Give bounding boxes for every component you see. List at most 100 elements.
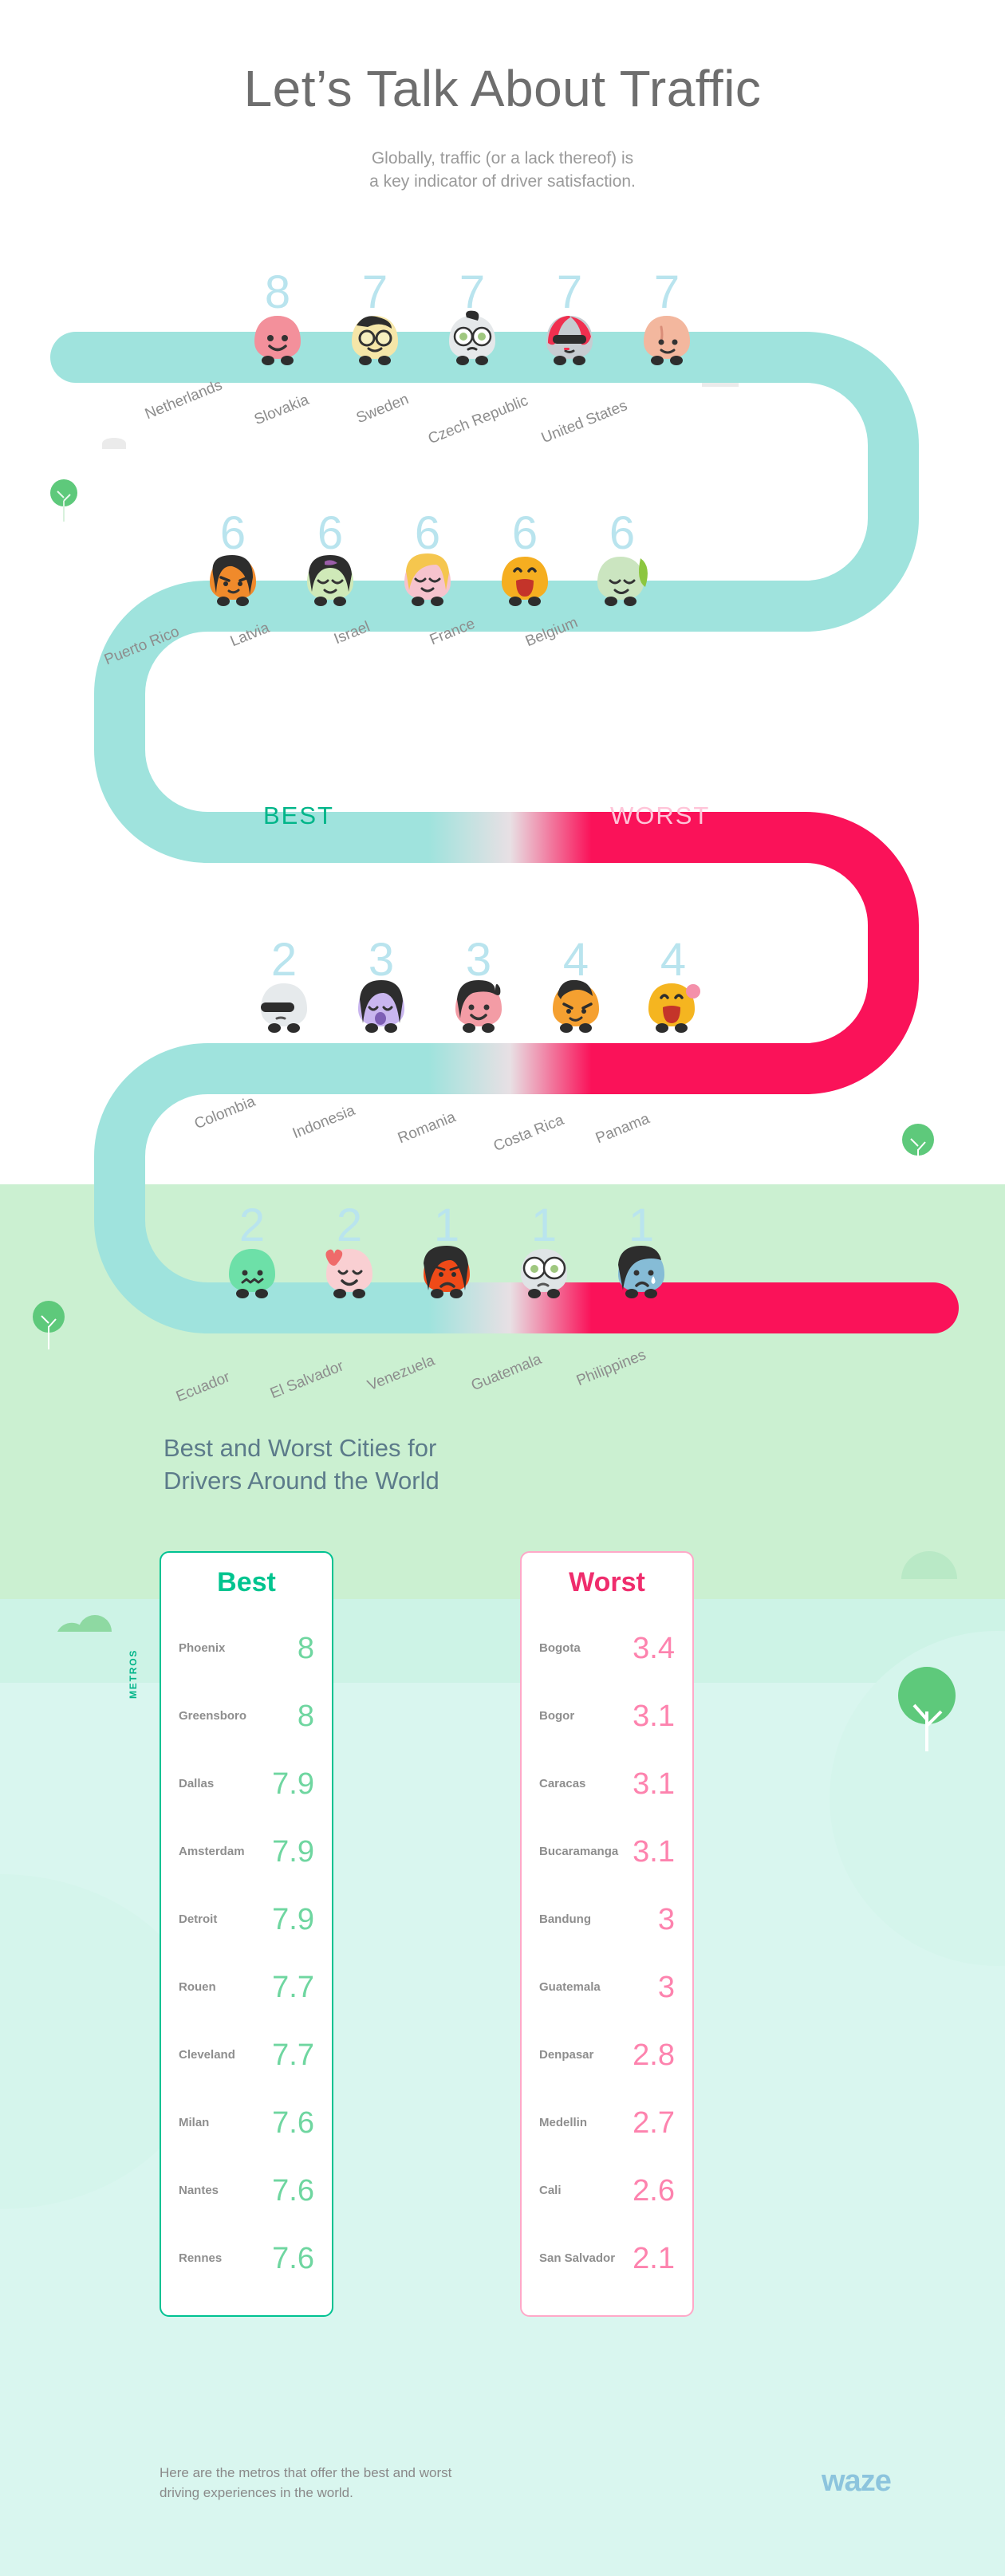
city-name: Denpasar xyxy=(539,2048,594,2062)
country-marker[interactable]: 3 xyxy=(431,937,526,1040)
city-name: Bogor xyxy=(539,1709,575,1723)
city-name: Rouen xyxy=(179,1980,216,1994)
waze-face-icon xyxy=(618,1246,664,1298)
subtitle-line-2: a key indicator of driver satisfaction. xyxy=(369,172,636,191)
page-title: Let’s Talk About Traffic xyxy=(243,60,762,117)
city-score: 7.9 xyxy=(272,1834,314,1869)
table-row[interactable]: San Salvador 2.1 xyxy=(522,2224,692,2292)
country-marker[interactable]: 6 xyxy=(380,510,475,613)
city-name: Rennes xyxy=(179,2251,223,2265)
metros-axis-label: METROS xyxy=(128,1648,139,1699)
city-name: Guatemala xyxy=(539,1980,601,1994)
waze-face-icon xyxy=(210,555,256,606)
bush-icon-2 xyxy=(57,1615,112,1632)
city-name: San Salvador xyxy=(539,2251,616,2265)
country-marker[interactable]: 3 xyxy=(333,937,429,1040)
city-score: 7.7 xyxy=(272,1970,314,2004)
country-marker[interactable]: 6 xyxy=(185,510,281,613)
city-name: Dallas xyxy=(179,1777,215,1790)
cities-heading-line-1: Best and Worst Cities for xyxy=(164,1434,437,1462)
country-marker[interactable]: 8 xyxy=(230,270,325,372)
waze-face-icon xyxy=(307,555,353,606)
city-name: Cali xyxy=(539,2184,562,2197)
country-marker[interactable]: 2 xyxy=(236,937,332,1040)
table-row[interactable]: Caracas 3.1 xyxy=(522,1750,692,1818)
worst-band-label: WORST xyxy=(610,802,711,829)
table-row[interactable]: Cleveland 7.7 xyxy=(161,2021,332,2089)
city-score: 7.7 xyxy=(272,2038,314,2072)
city-score: 3.1 xyxy=(633,1699,675,1733)
header: Let’s Talk About Traffic Globally, traff… xyxy=(0,0,1005,193)
country-marker[interactable]: 7 xyxy=(522,270,617,372)
country-marker[interactable]: 1 xyxy=(399,1203,495,1306)
country-marker[interactable]: 7 xyxy=(619,270,715,372)
table-row[interactable]: Bogota 3.4 xyxy=(522,1614,692,1682)
city-score: 7.6 xyxy=(272,2241,314,2275)
country-marker[interactable]: 6 xyxy=(282,510,378,613)
city-name: Bandung xyxy=(539,1912,591,1926)
table-row[interactable]: Greensboro 8 xyxy=(161,1682,332,1750)
waze-face-icon xyxy=(553,979,599,1033)
country-marker[interactable]: 1 xyxy=(593,1203,689,1306)
footer-note: Here are the metros that offer the best … xyxy=(160,2463,451,2503)
table-row[interactable]: Rennes 7.6 xyxy=(161,2224,332,2292)
waze-face-icon xyxy=(644,316,690,365)
city-name: Bogota xyxy=(539,1641,581,1655)
table-row[interactable]: Cali 2.6 xyxy=(522,2157,692,2224)
table-row[interactable]: Amsterdam 7.9 xyxy=(161,1818,332,1885)
table-row[interactable]: Phoenix 8 xyxy=(161,1614,332,1682)
worst-cities-list: Bogota 3.4 Bogor 3.1 Caracas 3.1 Bucaramanga 3.… xyxy=(522,1614,692,2292)
waze-logo: waze xyxy=(822,2464,892,2498)
country-marker[interactable]: 4 xyxy=(625,937,721,1040)
city-score: 2.8 xyxy=(633,2038,675,2072)
subtitle: Globally, traffic (or a lack thereof) is… xyxy=(0,147,1005,193)
cities-section-heading: Best and Worst Cities for Drivers Around… xyxy=(164,1432,439,1497)
bush-icon-1 xyxy=(901,1551,957,1579)
country-marker[interactable]: 2 xyxy=(204,1203,300,1306)
table-row[interactable]: Denpasar 2.8 xyxy=(522,2021,692,2089)
city-score: 7.6 xyxy=(272,2173,314,2208)
footer-note-line-2: driving experiences in the world. xyxy=(160,2485,353,2500)
city-score: 2.1 xyxy=(633,2241,675,2275)
city-score: 7.6 xyxy=(272,2105,314,2140)
country-marker[interactable]: 2 xyxy=(302,1203,397,1306)
table-row[interactable]: Medellin 2.7 xyxy=(522,2089,692,2157)
city-score: 3 xyxy=(657,1970,675,2004)
waze-face-icon xyxy=(404,553,451,606)
country-marker[interactable]: 7 xyxy=(424,270,520,372)
waze-face-icon xyxy=(546,316,593,365)
waze-face-icon xyxy=(648,983,700,1033)
best-cities-list: Phoenix 8 Greensboro 8 Dallas 7.9 Amsterdam 7.9… xyxy=(161,1614,332,2292)
table-row[interactable]: Bucaramanga 3.1 xyxy=(522,1818,692,1885)
country-marker[interactable]: 6 xyxy=(574,510,670,613)
waze-face-icon xyxy=(424,1246,470,1298)
country-marker[interactable]: 4 xyxy=(528,937,624,1040)
city-score: 3.4 xyxy=(633,1631,675,1665)
city-name: Bucaramanga xyxy=(539,1845,619,1858)
city-name: Nantes xyxy=(179,2184,219,2197)
country-marker[interactable]: 1 xyxy=(496,1203,592,1306)
city-name: Cleveland xyxy=(179,2048,235,2062)
table-row[interactable]: Rouen 7.7 xyxy=(161,1953,332,2021)
table-row[interactable]: Guatemala 3 xyxy=(522,1953,692,2021)
city-name: Amsterdam xyxy=(179,1845,245,1858)
waze-face-icon xyxy=(352,316,398,365)
footer-note-line-1: Here are the metros that offer the best … xyxy=(160,2465,452,2480)
city-score: 7.9 xyxy=(272,1902,314,1936)
city-name: Greensboro xyxy=(179,1709,247,1723)
city-score: 3.1 xyxy=(633,1834,675,1869)
table-row[interactable]: Bogor 3.1 xyxy=(522,1682,692,1750)
city-score: 7.9 xyxy=(272,1767,314,1801)
table-row[interactable]: Nantes 7.6 xyxy=(161,2157,332,2224)
country-marker[interactable]: 6 xyxy=(477,510,573,613)
table-row[interactable]: Dallas 7.9 xyxy=(161,1750,332,1818)
worst-card-title: Worst xyxy=(569,1567,645,1597)
cities-heading-line-2: Drivers Around the World xyxy=(164,1467,439,1495)
best-band-label: BEST xyxy=(263,802,334,829)
table-row[interactable]: Bandung 3 xyxy=(522,1885,692,1953)
table-row[interactable]: Detroit 7.9 xyxy=(161,1885,332,1953)
table-row[interactable]: Milan 7.6 xyxy=(161,2089,332,2157)
country-marker[interactable]: 7 xyxy=(327,270,423,372)
waze-face-icon xyxy=(449,310,495,365)
waze-face-icon xyxy=(455,980,502,1033)
